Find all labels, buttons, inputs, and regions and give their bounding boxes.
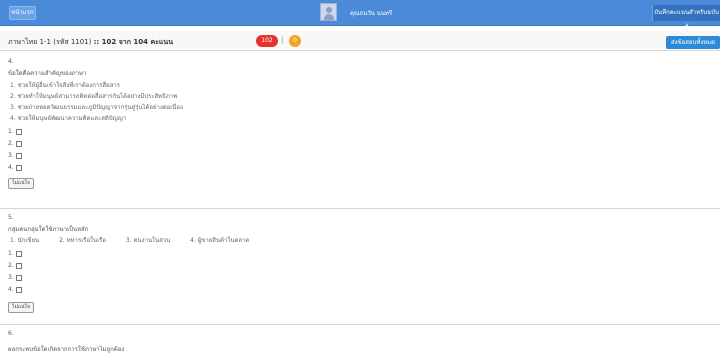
submit-all-button[interactable]: ส่งข้อสอบทั้งหมด [666, 36, 720, 49]
answer-label: 1. [8, 128, 14, 135]
answer-checkbox[interactable] [15, 128, 22, 135]
option-4: 4. ผู้ขายสินค้าในตลาด [190, 237, 250, 244]
answer-checkbox[interactable] [15, 164, 22, 171]
not-sure-button[interactable]: ไม่แน่ใจ [8, 178, 34, 189]
answer-row-1[interactable]: 1. [8, 250, 22, 257]
course-name: ภาษาไทย 1-1 [8, 38, 51, 46]
question-number: 5. [8, 214, 14, 221]
answer-checkbox[interactable] [15, 152, 22, 159]
option-4: 4. ช่วยให้มนุษย์พัฒนาความคิดและสติปัญญา [10, 115, 127, 122]
question-text: ผลกระทบข้อใดเกิดจากการใช้ภาษาไม่ถูกต้อง [8, 346, 125, 353]
avatar-head [326, 7, 332, 13]
inline-options: 1. นักเขียน 2. ทหารเรือในเรือ 3. คนงานใน… [10, 235, 267, 245]
answer-row-1[interactable]: 1. [8, 128, 22, 135]
answer-row-3[interactable]: 3. [8, 152, 22, 159]
question-text: กลุ่มคนกลุ่มใดใช้ภาษาเป็นหลัก [8, 226, 89, 233]
question-divider [0, 324, 720, 325]
badge-separator: | [281, 36, 284, 44]
answer-label: 2. [8, 140, 14, 147]
question-divider [0, 208, 720, 209]
option-2: 2. ช่วยทำให้มนุษย์สามารถติดต่อสื่อสารกัน… [10, 93, 178, 100]
answer-label: 1. [8, 250, 14, 257]
question-6: 6. ผลกระทบข้อใดเกิดจากการใช้ภาษาไม่ถูกต้… [8, 330, 708, 356]
answer-label: 4. [8, 164, 14, 171]
avatar-body [324, 14, 334, 20]
exam-header: ภาษาไทย 1-1 (รหัส 1101) :: 102 จาก 104 ค… [0, 31, 720, 51]
answer-checkbox[interactable] [15, 262, 22, 269]
answer-label: 2. [8, 262, 14, 269]
question-number: 4. [8, 58, 14, 65]
course-code: (รหัส 1101) [53, 38, 92, 46]
unsure-count-badge: 0 [289, 35, 301, 47]
answer-checkbox[interactable] [15, 140, 22, 147]
answer-row-4[interactable]: 4. [8, 286, 22, 293]
username-label: คุณธนวัน นนทรี [350, 10, 393, 17]
answer-label: 4. [8, 286, 14, 293]
answer-label: 3. [8, 152, 14, 159]
answer-label: 3. [8, 274, 14, 281]
not-sure-button[interactable]: ไม่แน่ใจ [8, 302, 34, 313]
answer-checkbox[interactable] [15, 250, 22, 257]
answer-row-3[interactable]: 3. [8, 274, 22, 281]
course-title: ภาษาไทย 1-1 (รหัส 1101) :: 102 จาก 104 ค… [8, 37, 173, 48]
progress-text: :: 102 จาก 104 คะแนน [93, 38, 173, 46]
answer-row-4[interactable]: 4. [8, 164, 22, 171]
user-avatar[interactable] [320, 3, 337, 21]
top-navbar: หน้าแรก คุณธนวัน นนทรี บันทึกคะแนนสำหรับ… [0, 0, 720, 32]
question-4: 4. ข้อใดคือความสำคัญของภาษา 1. ช่วยให้ผู… [8, 58, 708, 208]
option-3: 3. ช่วยถ่ายทอดวัฒนธรรมและภูมิปัญญาจากรุ่… [10, 104, 183, 111]
question-5: 5. กลุ่มคนกลุ่มใดใช้ภาษาเป็นหลัก 1. นักเ… [8, 214, 708, 324]
option-1: 1. นักเขียน [10, 237, 40, 244]
option-3: 3. คนงานในสวน [125, 237, 171, 244]
answered-count-badge: 102 [256, 35, 278, 47]
save-score-button[interactable]: บันทึกคะแนนสำหรับฉบับนี้ [652, 5, 720, 32]
answer-checkbox[interactable] [15, 274, 22, 281]
question-number: 6. [8, 330, 14, 337]
question-text: ข้อใดคือความสำคัญของภาษา [8, 70, 87, 77]
answer-row-2[interactable]: 2. [8, 262, 22, 269]
answer-row-2[interactable]: 2. [8, 140, 22, 147]
answer-checkbox[interactable] [15, 286, 22, 293]
option-2: 2. ทหารเรือในเรือ [59, 237, 106, 244]
home-button[interactable]: หน้าแรก [9, 6, 36, 20]
option-1: 1. ช่วยให้ผู้อื่นเข้าใจสิ่งที่เราต้องการ… [10, 82, 121, 89]
